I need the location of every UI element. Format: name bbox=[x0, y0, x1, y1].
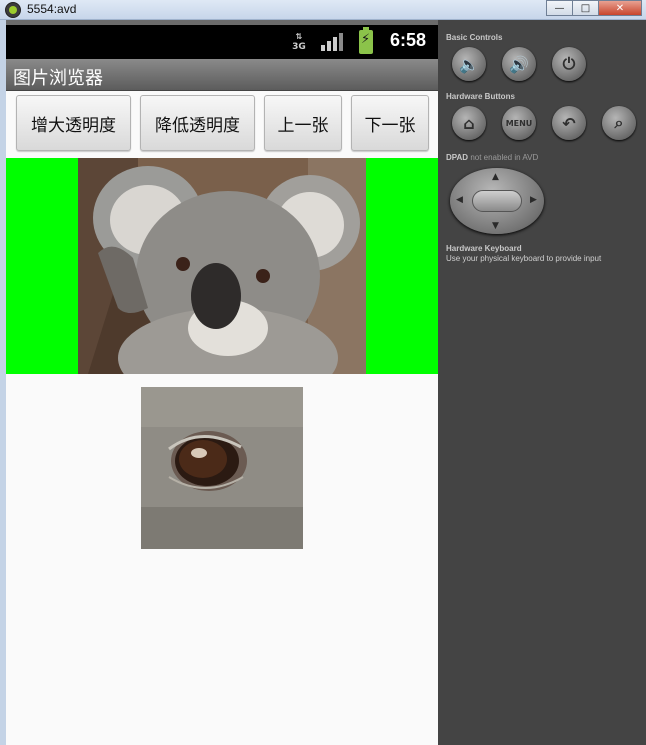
close-button[interactable]: ✕ bbox=[598, 0, 642, 16]
device-screen: ⇅ 3G ⚡ 6:58 图片浏览器 增大透明度 降低透明度 上一张 下一张 bbox=[6, 25, 438, 745]
button-row: 增大透明度 降低透明度 上一张 下一张 bbox=[6, 91, 438, 157]
dpad-left-icon[interactable]: ◀ bbox=[456, 195, 463, 205]
back-icon[interactable]: ↶ bbox=[552, 106, 586, 140]
window-title: 5554:avd bbox=[27, 2, 77, 16]
dpad-down-icon[interactable]: ▼ bbox=[492, 221, 499, 231]
window-controls: — □ ✕ bbox=[546, 0, 642, 16]
minimize-button[interactable]: — bbox=[546, 0, 573, 16]
image-view[interactable] bbox=[6, 158, 438, 374]
network-3g-icon: ⇅ 3G bbox=[292, 32, 306, 52]
emulator-control-panel: Basic Controls 🔈 🔊 ⏻ Hardware Buttons ⌂ … bbox=[438, 20, 646, 745]
decrease-alpha-button[interactable]: 降低透明度 bbox=[140, 95, 255, 151]
status-time: 6:58 bbox=[390, 30, 427, 50]
basic-controls-label: Basic Controls bbox=[446, 33, 503, 42]
volume-up-icon[interactable]: 🔊 bbox=[502, 47, 536, 81]
koala-image[interactable] bbox=[78, 158, 366, 374]
emulator-window: 5554:avd — □ ✕ ⇅ 3G ⚡ 6:58 图片浏览器 增大透明度 降… bbox=[0, 0, 646, 745]
prev-image-button[interactable]: 上一张 bbox=[264, 95, 342, 151]
hardware-keyboard-note: Use your physical keyboard to provide in… bbox=[446, 254, 602, 263]
dpad-center-button[interactable] bbox=[472, 190, 522, 212]
hardware-buttons-label: Hardware Buttons bbox=[446, 92, 515, 101]
maximize-button[interactable]: □ bbox=[572, 0, 599, 16]
power-icon[interactable]: ⏻ bbox=[552, 47, 586, 81]
next-image-button[interactable]: 下一张 bbox=[351, 95, 429, 151]
menu-button[interactable]: MENU bbox=[502, 106, 536, 140]
home-icon[interactable]: ⌂ bbox=[452, 106, 486, 140]
volume-down-icon[interactable]: 🔈 bbox=[452, 47, 486, 81]
dpad-up-icon[interactable]: ▲ bbox=[492, 172, 499, 182]
window-titlebar[interactable]: 5554:avd — □ ✕ bbox=[0, 0, 646, 20]
dpad-control[interactable]: ▲ ▼ ◀ ▶ bbox=[450, 168, 544, 234]
signal-strength-icon bbox=[321, 33, 343, 51]
app-title: 图片浏览器 bbox=[13, 68, 103, 89]
hardware-keyboard-label: Hardware Keyboard bbox=[446, 244, 522, 253]
battery-charging-icon: ⚡ bbox=[359, 27, 373, 54]
dpad-right-icon[interactable]: ▶ bbox=[530, 195, 537, 205]
emulator-app-icon bbox=[5, 2, 21, 18]
search-icon[interactable]: ⌕ bbox=[602, 106, 636, 140]
app-title-bar: 图片浏览器 bbox=[6, 59, 438, 91]
status-bar: ⇅ 3G ⚡ 6:58 bbox=[6, 25, 438, 59]
zoomed-image-region bbox=[141, 387, 303, 549]
increase-alpha-button[interactable]: 增大透明度 bbox=[16, 95, 131, 151]
dpad-label: DPAD not enabled in AVD bbox=[446, 153, 539, 162]
